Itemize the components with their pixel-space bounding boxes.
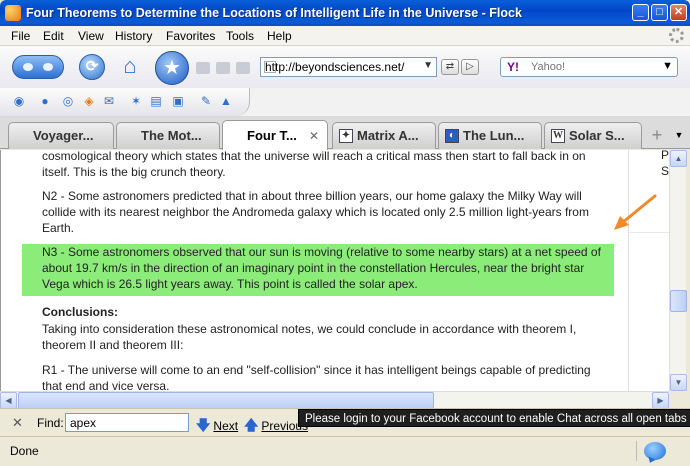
status-separator — [636, 441, 637, 461]
horizontal-scrollbar[interactable]: ◀ ▶ — [0, 391, 669, 409]
tab-four-theorems[interactable]: Four T... ✕ — [222, 120, 328, 150]
tab-bar: Voyager... The Mot... Four T... ✕ ✦ Matr… — [0, 116, 690, 150]
search-input[interactable] — [531, 61, 661, 73]
menu-history[interactable]: History — [115, 29, 152, 43]
close-button[interactable]: ✕ — [670, 4, 687, 21]
page-content: cosmological theory which states that th… — [0, 150, 669, 391]
menu-help[interactable]: Help — [267, 29, 292, 43]
flock-app-icon — [5, 5, 21, 21]
go-icon[interactable]: ▷ — [461, 59, 479, 75]
vertical-scrollbar[interactable]: ▲ ▼ — [669, 150, 687, 391]
globe-icon[interactable]: ◉ — [12, 94, 26, 108]
wikipedia-favicon-icon: W — [551, 129, 565, 143]
people-icon[interactable]: ● — [38, 94, 52, 108]
tab-label: Voyager... — [33, 128, 94, 143]
tab-label: The Lun... — [463, 128, 525, 143]
webcam-icon[interactable]: ◎ — [61, 94, 75, 108]
menu-view[interactable]: View — [78, 29, 104, 43]
tab-the-mot[interactable]: The Mot... — [116, 122, 220, 149]
find-label: Find: — [37, 416, 64, 430]
window-title: Four Theorems to Determine the Locations… — [26, 6, 522, 20]
star-tools-icon[interactable]: ✶ — [129, 94, 143, 108]
side-text-p: P — [661, 148, 670, 162]
tab-list-chevron-down-icon[interactable]: ▼ — [671, 124, 687, 146]
maximize-button[interactable]: □ — [651, 4, 668, 21]
find-next-label: Next — [213, 419, 239, 433]
url-dropdown-icon[interactable]: ▼ — [423, 60, 433, 71]
tab-label: Four T... — [247, 128, 297, 143]
minimize-button[interactable]: _ — [632, 4, 649, 21]
search-dropdown-icon[interactable]: ▼ — [662, 60, 673, 72]
menu-tools[interactable]: Tools — [226, 29, 254, 43]
blog-icon[interactable] — [236, 62, 250, 74]
back-forward-button[interactable] — [12, 55, 64, 79]
menu-edit[interactable]: Edit — [43, 29, 64, 43]
new-tab-plus-icon[interactable]: + — [646, 124, 668, 146]
feed-icon[interactable] — [216, 62, 230, 74]
paragraph-r1: R1 - The universe will come to an end "s… — [42, 363, 591, 391]
clipboard-icon[interactable]: ▤ — [149, 94, 163, 108]
tab-label: Matrix A... — [357, 128, 419, 143]
tab-matrix[interactable]: ✦ Matrix A... — [332, 122, 436, 149]
url-input[interactable] — [265, 60, 425, 74]
scroll-corner — [669, 391, 690, 408]
social-toolbar: ◉ ● ◎ ◈ ✉ ✶ ▤ ▣ ✎ ▲ — [0, 88, 690, 116]
activity-throbber-icon — [669, 28, 684, 43]
tab-label: Solar S... — [569, 128, 625, 143]
arrow-up-icon: 🡅 — [244, 417, 259, 433]
scroll-right-icon[interactable]: ▶ — [652, 392, 669, 409]
facebook-chat-tooltip: Please login to your Facebook account to… — [298, 409, 690, 427]
yahoo-icon[interactable]: Y! — [507, 60, 519, 74]
scroll-down-icon[interactable]: ▼ — [670, 374, 687, 391]
scroll-left-icon[interactable]: ◀ — [0, 392, 17, 409]
mail-icon[interactable]: ✉ — [102, 94, 116, 108]
rss-icon[interactable]: ◈ — [82, 94, 96, 108]
paragraph-n2: N2 - Some astronomers predicted that in … — [42, 189, 589, 235]
paragraph-big-crunch: cosmological theory which states that th… — [42, 150, 586, 179]
vertical-scroll-thumb[interactable] — [670, 290, 687, 312]
side-divider — [629, 232, 671, 233]
orange-arrow-icon — [614, 194, 657, 230]
menu-file[interactable]: File — [11, 29, 30, 43]
upload-arrow-icon[interactable]: ▲ — [219, 94, 233, 108]
find-close-icon[interactable]: ✕ — [12, 415, 23, 431]
reload-icon[interactable]: ⟳ — [79, 54, 105, 80]
tab-voyager[interactable]: Voyager... — [8, 122, 114, 149]
tab-close-icon[interactable]: ✕ — [309, 129, 319, 143]
search-box[interactable]: Y! ▼ — [500, 57, 678, 77]
scroll-up-icon[interactable]: ▲ — [670, 150, 687, 167]
matrix-favicon-icon: ✦ — [339, 129, 353, 143]
tab-the-lun[interactable]: ◐ The Lun... — [438, 122, 542, 149]
address-bar[interactable]: ▼ — [260, 57, 437, 77]
menu-favorites[interactable]: Favorites — [166, 29, 215, 43]
photo-icon[interactable] — [196, 62, 210, 74]
menu-bar: File Edit View History Favorites Tools H… — [0, 26, 690, 46]
arrow-down-icon: 🡇 — [196, 417, 211, 433]
paragraph-n3-highlighted: N3 - Some astronomers observed that our … — [22, 244, 614, 296]
title-bar: Four Theorems to Determine the Locations… — [0, 0, 690, 26]
lunar-favicon-icon: ◐ — [445, 129, 459, 143]
find-input[interactable] — [65, 413, 189, 432]
blog-pen-icon[interactable]: ✎ — [199, 94, 213, 108]
social-toolbar-strip: ◉ ● ◎ ◈ ✉ ✶ ▤ ▣ ✎ ▲ — [0, 88, 250, 116]
home-icon[interactable]: ⌂ — [117, 54, 143, 80]
chat-bubble-icon[interactable] — [644, 442, 666, 460]
tab-solar[interactable]: W Solar S... — [544, 122, 642, 149]
status-bar: Done — [0, 436, 690, 466]
bag-icon[interactable]: ▣ — [171, 94, 185, 108]
navigation-toolbar: ⟳ ⌂ ★ ▼ ⇄ ▷ Y! ▼ — [0, 46, 690, 88]
paragraph-conclusion-intro: Taking into consideration these astronom… — [42, 322, 577, 352]
status-text: Done — [10, 444, 39, 458]
side-text-s: S — [661, 164, 670, 178]
favorite-star-icon[interactable]: ★ — [155, 51, 189, 85]
conclusions-heading: Conclusions: — [42, 305, 119, 319]
side-column: P S — [628, 148, 671, 391]
horizontal-scroll-thumb[interactable] — [18, 392, 434, 409]
page-tools-icon[interactable]: ⇄ — [441, 59, 459, 75]
tab-label: The Mot... — [141, 128, 202, 143]
